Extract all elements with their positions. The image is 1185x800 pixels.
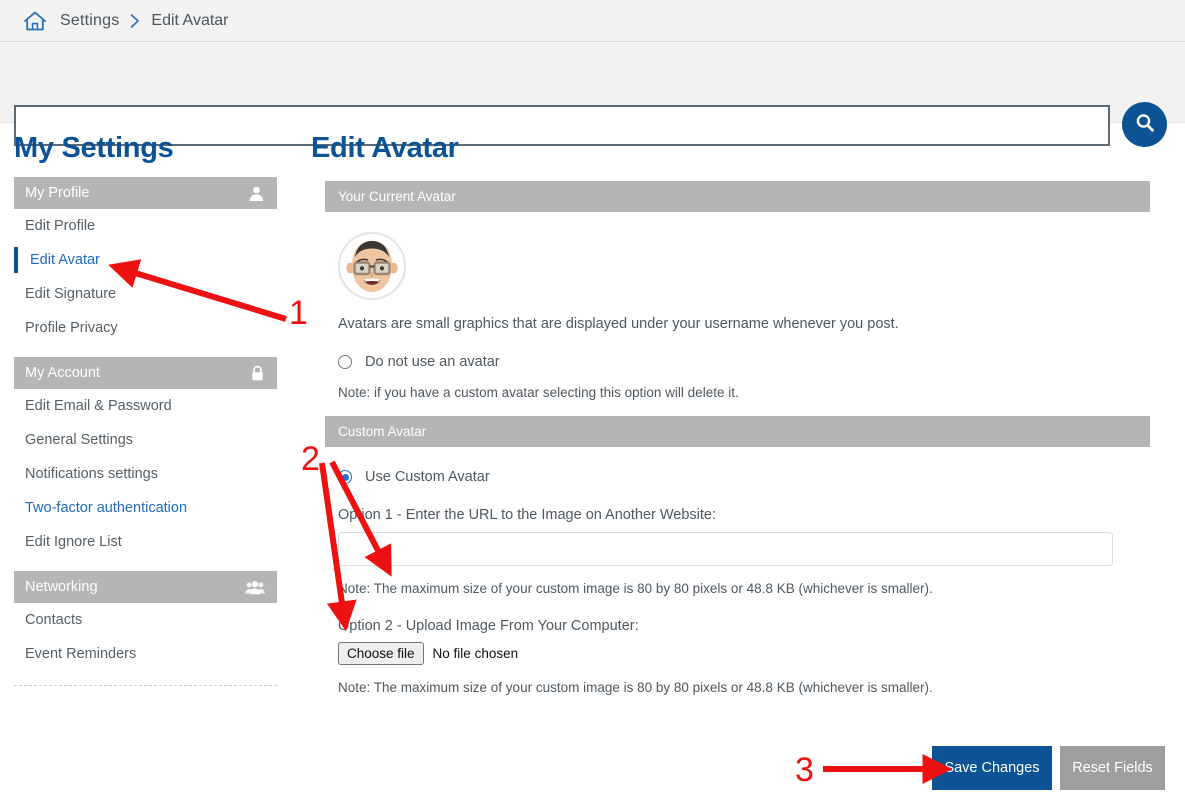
sidebar-item-edit-signature[interactable]: Edit Signature: [0, 277, 290, 311]
sidebar-item-edit-profile[interactable]: Edit Profile: [0, 209, 290, 243]
sidebar-item-edit-ignore-list[interactable]: Edit Ignore List: [0, 525, 290, 559]
radio-button-checked-icon[interactable]: [338, 470, 352, 484]
no-avatar-note: Note: if you have a custom avatar select…: [338, 385, 739, 400]
option2-label: Option 2 - Upload Image From Your Comput…: [338, 618, 639, 634]
sidebar-title: My Settings: [14, 132, 174, 164]
search-bar: [0, 42, 1185, 147]
section-body-custom-avatar: Use Custom Avatar Option 1 - Enter the U…: [308, 469, 1178, 695]
choose-file-button[interactable]: Choose file: [338, 642, 424, 665]
page-root: Settings Edit Avatar My Settings My Prof…: [0, 0, 1185, 800]
file-upload-row: Choose file No file chosen: [338, 642, 1178, 665]
radio-use-custom-avatar-label: Use Custom Avatar: [365, 469, 490, 485]
avatar: [338, 232, 406, 300]
sidebar-item-label: General Settings: [25, 432, 134, 448]
section-header-custom-avatar: Custom Avatar: [325, 416, 1150, 447]
breadcrumb-current-page: Edit Avatar: [151, 11, 229, 29]
sidebar-item-event-reminders[interactable]: Event Reminders: [0, 637, 290, 671]
sidebar-item-two-factor-authentication[interactable]: Two-factor authentication: [0, 491, 290, 525]
sidebar-item-edit-email-password[interactable]: Edit Email & Password: [0, 389, 290, 423]
sidebar-item-label: Event Reminders: [25, 646, 137, 662]
avatar-url-input[interactable]: [338, 532, 1113, 566]
sidebar-group-my-account: My Account: [14, 357, 277, 389]
sidebar-group-label: My Profile: [25, 185, 90, 201]
main-content: Edit Avatar Your Current Avatar Avatars …: [308, 123, 1178, 695]
sidebar-item-profile-privacy[interactable]: Profile Privacy: [0, 311, 290, 345]
sidebar-item-label: Edit Avatar: [30, 252, 100, 268]
lock-icon: [250, 365, 265, 382]
radio-button-unchecked-icon[interactable]: [338, 355, 352, 369]
sidebar-item-label: Two-factor authentication: [25, 500, 188, 516]
radio-use-custom-avatar[interactable]: Use Custom Avatar: [338, 469, 1178, 485]
sidebar-item-label: Profile Privacy: [25, 320, 118, 336]
option1-note: Note: The maximum size of your custom im…: [338, 581, 933, 596]
breadcrumb-settings-link[interactable]: Settings: [60, 12, 119, 30]
file-status-text: No file chosen: [432, 646, 519, 661]
form-actions: Save Changes Reset Fields: [932, 746, 1165, 790]
sidebar-group-networking: Networking: [14, 571, 277, 603]
settings-sidebar: My Settings My Profile Edit Profile Edit…: [0, 123, 290, 686]
sidebar-item-general-settings[interactable]: General Settings: [0, 423, 290, 457]
user-icon: [248, 185, 265, 202]
sidebar-item-notifications-settings[interactable]: Notifications settings: [0, 457, 290, 491]
memoji-avatar-icon: [341, 235, 403, 297]
option1-label: Option 1 - Enter the URL to the Image on…: [338, 507, 717, 523]
section-header-current-avatar: Your Current Avatar: [325, 181, 1150, 212]
sidebar-group-label: Networking: [25, 579, 98, 595]
sidebar-item-contacts[interactable]: Contacts: [0, 603, 290, 637]
sidebar-divider: [14, 685, 277, 686]
home-icon[interactable]: [22, 9, 48, 33]
section-body-current-avatar: Avatars are small graphics that are disp…: [308, 232, 1178, 400]
sidebar-item-label: Edit Ignore List: [25, 534, 122, 550]
section-header-label: Custom Avatar: [338, 424, 427, 439]
save-changes-button[interactable]: Save Changes: [932, 746, 1052, 790]
sidebar-item-label: Edit Profile: [25, 218, 96, 234]
breadcrumb: Settings Edit Avatar: [0, 0, 1185, 42]
users-icon: [245, 580, 265, 595]
avatar-description: Avatars are small graphics that are disp…: [338, 316, 899, 332]
sidebar-item-label: Contacts: [25, 612, 83, 628]
sidebar-item-label: Edit Signature: [25, 286, 117, 302]
sidebar-item-label: Notifications settings: [25, 466, 158, 482]
sidebar-group-label: My Account: [25, 365, 100, 381]
sidebar-item-label: Edit Email & Password: [25, 398, 172, 414]
reset-fields-button[interactable]: Reset Fields: [1060, 746, 1165, 790]
annotation-number-1: 1: [289, 294, 308, 332]
radio-no-avatar-label: Do not use an avatar: [365, 354, 500, 370]
annotation-number-3: 3: [795, 751, 814, 789]
page-title: Edit Avatar: [311, 132, 459, 164]
radio-no-avatar[interactable]: Do not use an avatar: [338, 354, 1178, 370]
sidebar-group-my-profile: My Profile: [14, 177, 277, 209]
sidebar-item-edit-avatar[interactable]: Edit Avatar: [0, 243, 290, 277]
section-header-label: Your Current Avatar: [338, 189, 456, 204]
chevron-right-icon: [129, 13, 141, 29]
option2-note: Note: The maximum size of your custom im…: [338, 680, 933, 695]
